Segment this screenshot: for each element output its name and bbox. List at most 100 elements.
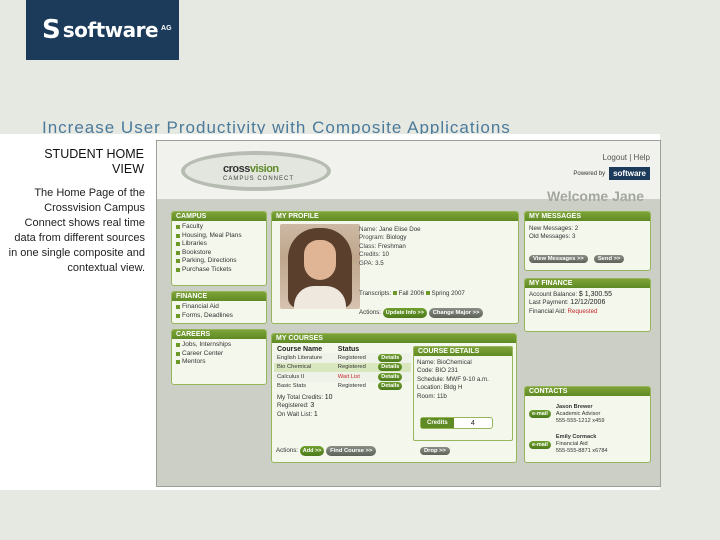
nav-item-parking[interactable]: Parking, Directions <box>176 257 262 266</box>
nav-item-bookstore[interactable]: Bookstore <box>176 249 262 258</box>
brand-sub: Campus Connect <box>223 176 295 182</box>
update-info-button[interactable]: Update Info >> <box>382 308 427 319</box>
change-major-button[interactable]: Change Major >> <box>428 308 484 319</box>
crossvision-logo: crossvision Campus Connect <box>181 151 331 193</box>
transcript-spring-link[interactable]: Spring 2007 <box>432 290 465 297</box>
nav-item-career-center[interactable]: Career Center <box>176 350 262 359</box>
send-message-button[interactable]: Send >> <box>593 255 625 263</box>
new-messages-count: 2 <box>574 225 579 232</box>
header-links: Logout | Help <box>603 153 650 162</box>
welcome-text: Welcome Jane <box>546 188 644 204</box>
careers-title: Careers <box>172 330 266 339</box>
finance-title: My Finance <box>525 279 650 288</box>
detail-code: BIO 231 <box>435 367 458 375</box>
drop-button[interactable]: Drop >> <box>420 447 450 455</box>
profile-credits: 10 <box>382 251 389 259</box>
contact-role: Academic Advisor <box>555 410 601 417</box>
profile-program: Biology <box>386 234 407 242</box>
financial-aid-status: Requested <box>567 307 598 315</box>
view-messages-button[interactable]: View Messages >> <box>529 255 588 263</box>
bullet-icon <box>176 351 180 356</box>
nav-item-faculty[interactable]: Faculty <box>176 223 262 232</box>
table-row[interactable]: Basic Stats Registered Details <box>274 382 411 392</box>
details-button[interactable]: Details <box>378 372 403 381</box>
nav-item-jobs[interactable]: Jobs, Internships <box>176 341 262 350</box>
courses-panel: My Courses Course Name Status English Lit… <box>271 333 517 463</box>
campus-title: Campus <box>172 212 266 221</box>
contacts-title: Contacts <box>525 387 650 396</box>
campus-panel: Campus Faculty Housing, Meal Plans Libra… <box>171 211 267 286</box>
email-button[interactable]: e-mail <box>529 440 551 449</box>
table-row[interactable]: Calculus II Wait List Details <box>274 372 411 382</box>
detail-name: BioChemical <box>436 359 472 366</box>
bullet-icon <box>425 291 430 295</box>
logout-link[interactable]: Logout <box>603 153 627 162</box>
contact-phone: 555-555-8871 x6784 <box>555 447 608 454</box>
sidebar-heading: STUDENT HOME VIEW <box>44 147 144 176</box>
find-course-button[interactable]: Find Course >> <box>326 446 377 457</box>
profile-title: My Profile <box>272 212 518 221</box>
nav-item-forms[interactable]: Forms, Deadlines <box>176 312 262 321</box>
contact-phone: 555-555-1212 x459 <box>555 417 605 424</box>
nav-item-housing[interactable]: Housing, Meal Plans <box>176 232 262 241</box>
finance-nav-panel: Finance Financial Aid Forms, Deadlines <box>171 291 267 324</box>
credits-label: Credits <box>421 418 454 428</box>
profile-actions: Actions: Update Info >> Change Major >> <box>359 308 484 319</box>
profile-name: Jane Elise Doe <box>378 226 421 233</box>
logo-text: software <box>62 18 159 42</box>
help-link[interactable]: Help <box>634 153 650 162</box>
brand-part-a: cross <box>223 163 250 175</box>
nav-item-tickets[interactable]: Purchase Tickets <box>176 266 262 275</box>
credits-value: 4 <box>470 419 475 427</box>
detail-schedule: MWF 9-10 a.m. <box>446 375 489 383</box>
total-credits: 10 <box>324 394 333 401</box>
table-row[interactable]: English Literature Registered Details <box>274 353 411 363</box>
table-row[interactable]: Bio Chemical Registered Details <box>274 362 411 372</box>
bullet-icon <box>176 313 180 318</box>
email-button[interactable]: e-mail <box>529 410 551 419</box>
powered-label: Powered by <box>573 170 606 177</box>
powered-logo: software <box>609 167 650 180</box>
link-separator: | <box>629 153 632 162</box>
bullet-icon <box>176 343 180 348</box>
nav-item-libraries[interactable]: Libraries <box>176 240 262 249</box>
contact-name: Jason Brewer <box>555 404 593 410</box>
finance-nav-title: Finance <box>172 292 266 301</box>
registered-count: 3 <box>310 402 315 410</box>
detail-room: 11b <box>436 392 447 400</box>
details-button[interactable]: Details <box>378 353 403 362</box>
transcripts-row: Transcripts: Fall 2006 Spring 2007 <box>359 290 465 297</box>
nav-item-mentors[interactable]: Mentors <box>176 358 262 367</box>
finance-panel: My Finance Account Balance: $ 1,300.55 L… <box>524 278 651 332</box>
profile-fields: Name: Jane Elise Doe Program: Biology Cl… <box>359 226 421 267</box>
sidebar-description: The Home Page of the Crossvision Campus … <box>8 187 145 274</box>
contact-name: Emily Cormack <box>555 434 597 441</box>
details-button[interactable]: Details <box>378 363 403 372</box>
old-messages-count: 3 <box>572 233 576 241</box>
bullet-icon <box>176 242 180 247</box>
detail-location: Bldg H <box>443 384 463 392</box>
contact-item: e-mail Jason Brewer Academic Advisor 555… <box>525 402 650 426</box>
contact-item: e-mail Emily Cormack Financial Aid 555-5… <box>525 432 650 456</box>
messages-title: My Messages <box>525 212 650 221</box>
student-photo <box>280 224 360 309</box>
nav-item-financial-aid[interactable]: Financial Aid <box>176 303 262 312</box>
waitlist-count: 1 <box>313 410 318 418</box>
details-button[interactable]: Details <box>378 382 403 391</box>
logo-mark-icon: S <box>42 15 61 45</box>
transcript-fall-link[interactable]: Fall 2006 <box>399 290 424 297</box>
logo-suffix: AG <box>161 24 172 32</box>
profile-class: Freshman <box>377 242 406 250</box>
bullet-icon <box>392 291 397 295</box>
campus-connect-screenshot: crossvision Campus Connect Logout | Help… <box>156 140 661 487</box>
bullet-icon <box>176 259 180 264</box>
col-status: Status <box>337 346 360 353</box>
contacts-panel: Contacts e-mail Jason Brewer Academic Ad… <box>524 386 651 463</box>
bullet-icon <box>176 233 180 238</box>
account-balance: $ 1,300.55 <box>578 291 612 298</box>
add-course-button[interactable]: Add >> <box>299 446 325 457</box>
courses-table: Course Name Status English Literature Regi… <box>274 346 411 391</box>
powered-by: Powered by software <box>573 167 650 180</box>
brand-part-b: vision <box>249 163 279 175</box>
col-course-name: Course Name <box>277 346 323 353</box>
